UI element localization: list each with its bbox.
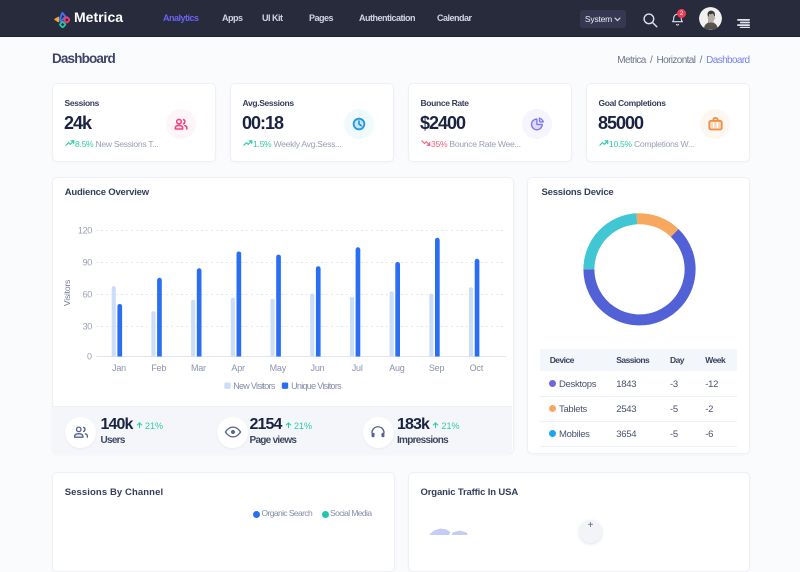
svg-text:120: 120 xyxy=(77,226,91,236)
svg-text:Apr: Apr xyxy=(231,363,245,373)
svg-text:Aug: Aug xyxy=(389,363,405,373)
svg-text:60: 60 xyxy=(82,290,92,300)
svg-text:Mar: Mar xyxy=(190,363,205,373)
svg-text:Visitors: Visitors xyxy=(62,280,72,306)
svg-text:May: May xyxy=(269,363,286,373)
svg-text:90: 90 xyxy=(82,258,92,268)
svg-text:Jan: Jan xyxy=(112,363,126,373)
svg-text:Sep: Sep xyxy=(428,363,444,373)
svg-text:Unique Visitors: Unique Visitors xyxy=(291,381,342,391)
svg-text:Jun: Jun xyxy=(310,363,324,373)
svg-text:Jul: Jul xyxy=(351,363,362,373)
svg-text:Feb: Feb xyxy=(151,363,166,373)
svg-text:30: 30 xyxy=(82,322,92,332)
svg-text:0: 0 xyxy=(86,352,91,362)
svg-text:Oct: Oct xyxy=(469,363,483,373)
svg-text:New Visitors: New Visitors xyxy=(233,381,276,391)
